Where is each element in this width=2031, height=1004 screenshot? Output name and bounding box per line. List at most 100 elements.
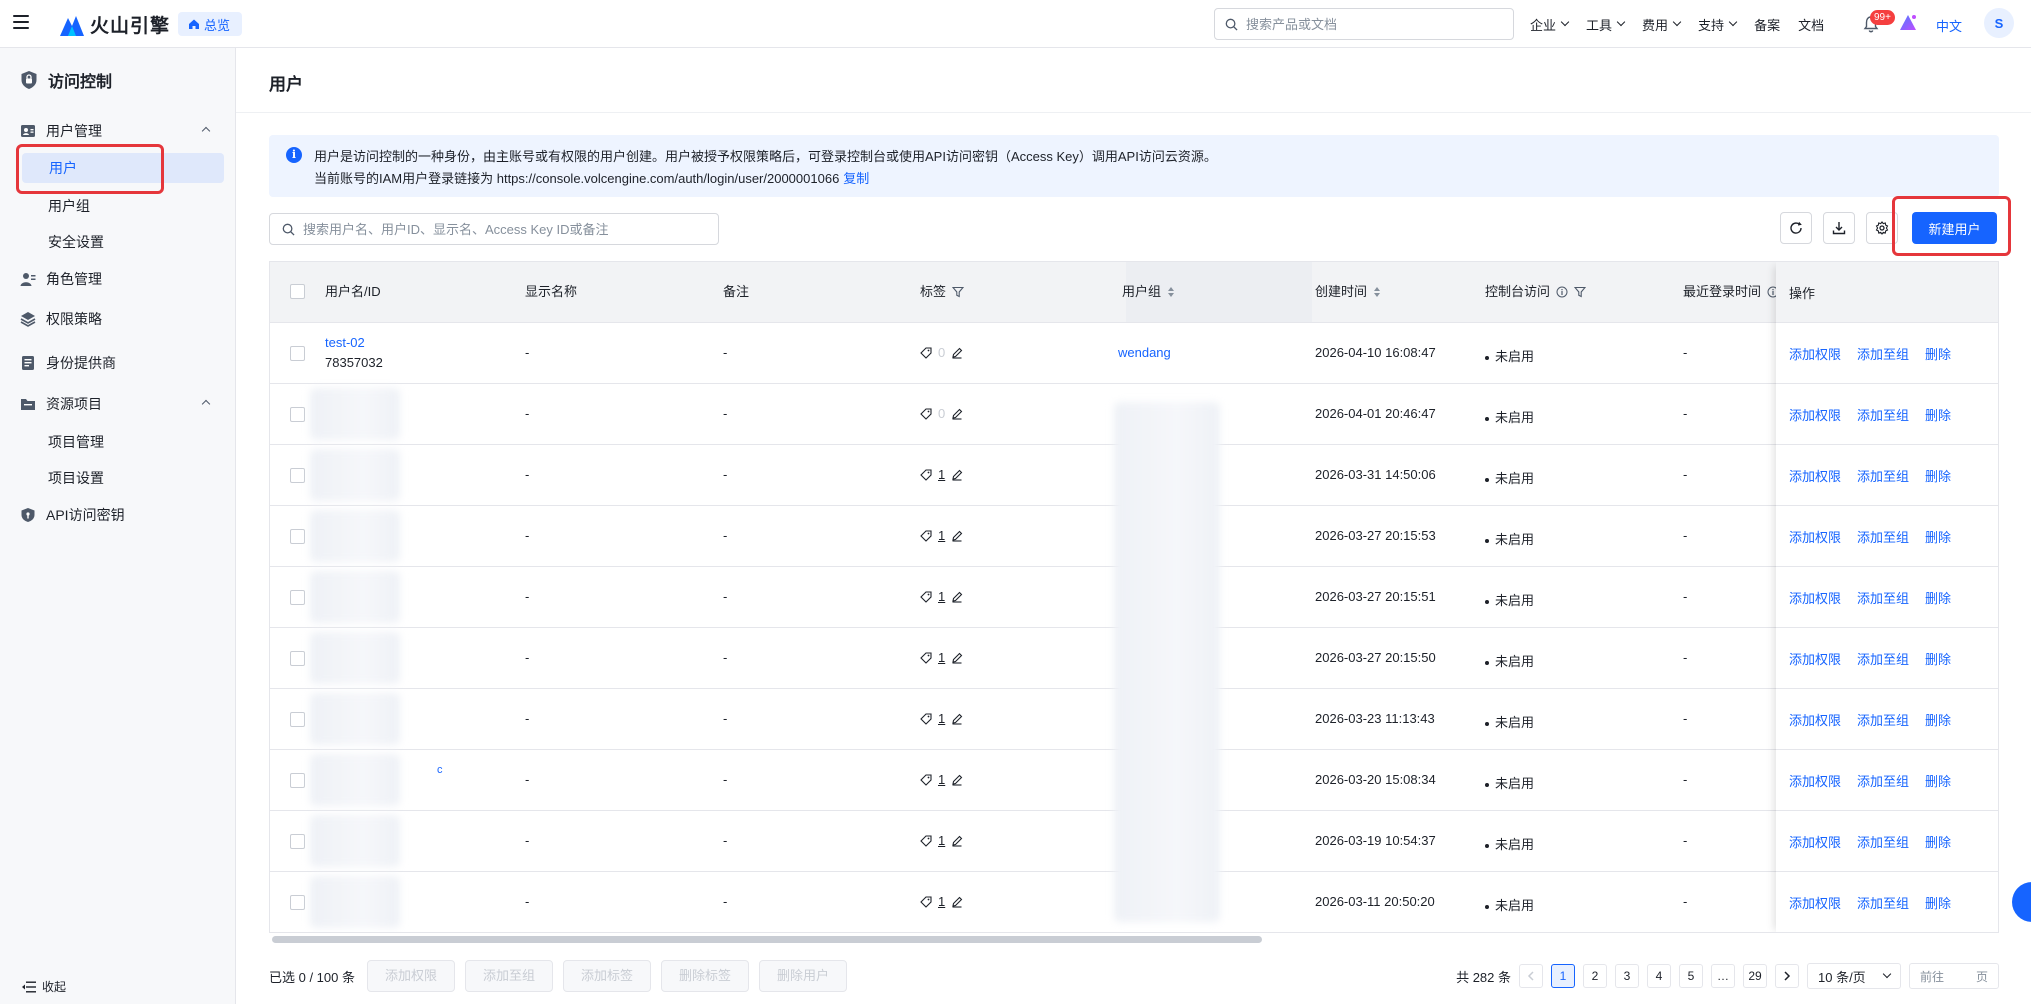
nav-billing[interactable]: 费用	[1642, 15, 1682, 34]
add-to-group-link[interactable]: 添加至组	[1857, 588, 1909, 607]
sidebar-item-identity-providers[interactable]: 身份提供商	[20, 353, 116, 373]
horizontal-scrollbar[interactable]	[272, 936, 1262, 943]
tag-count[interactable]: 1	[938, 589, 945, 604]
page-1[interactable]: 1	[1551, 964, 1575, 988]
edit-icon[interactable]	[951, 896, 963, 908]
row-checkbox[interactable]	[290, 529, 305, 544]
select-all-checkbox[interactable]	[290, 284, 305, 299]
download-button[interactable]	[1823, 212, 1855, 244]
add-permission-link[interactable]: 添加权限	[1789, 588, 1841, 607]
add-to-group-link[interactable]: 添加至组	[1857, 893, 1909, 912]
add-permission-link[interactable]: 添加权限	[1789, 405, 1841, 424]
copy-link[interactable]: 复制	[843, 171, 869, 186]
batch-delete-user-button[interactable]: 删除用户	[759, 960, 848, 992]
batch-add-to-group-button[interactable]: 添加至组	[465, 960, 554, 992]
prev-page-button[interactable]	[1519, 964, 1543, 988]
page-3[interactable]: 3	[1615, 964, 1639, 988]
nav-support[interactable]: 支持	[1698, 15, 1738, 34]
home-overview-button[interactable]: 总览	[178, 12, 243, 36]
delete-user-link[interactable]: 删除	[1925, 344, 1951, 363]
tag-count[interactable]: 0	[938, 345, 945, 360]
add-to-group-link[interactable]: 添加至组	[1857, 527, 1909, 546]
language-switch[interactable]: 中文	[1936, 16, 1962, 35]
add-permission-link[interactable]: 添加权限	[1789, 649, 1841, 668]
create-user-button[interactable]: 新建用户	[1912, 212, 1997, 244]
sidebar-collapse-button[interactable]: 收起	[22, 978, 66, 995]
tag-count[interactable]: 0	[938, 406, 945, 421]
page-29[interactable]: 29	[1743, 964, 1767, 988]
chevron-up-icon[interactable]	[201, 126, 211, 136]
tag-count[interactable]: 1	[938, 772, 945, 787]
goto-page-input[interactable]: 前往 页	[1909, 963, 1999, 989]
page-2[interactable]: 2	[1583, 964, 1607, 988]
nav-enterprise[interactable]: 企业	[1530, 15, 1570, 34]
delete-user-link[interactable]: 删除	[1925, 405, 1951, 424]
add-to-group-link[interactable]: 添加至组	[1857, 344, 1909, 363]
delete-user-link[interactable]: 删除	[1925, 893, 1951, 912]
info-circle-icon[interactable]	[1556, 286, 1568, 298]
tag-count[interactable]: 1	[938, 528, 945, 543]
sidebar-item-user-management[interactable]: 用户管理	[20, 121, 102, 141]
sidebar-item-resource-projects[interactable]: 资源项目	[20, 394, 102, 414]
delete-user-link[interactable]: 删除	[1925, 588, 1951, 607]
row-checkbox[interactable]	[290, 895, 305, 910]
edit-icon[interactable]	[951, 408, 963, 420]
nav-filing[interactable]: 备案	[1754, 15, 1780, 34]
batch-delete-tag-button[interactable]: 删除标签	[661, 960, 750, 992]
global-search-input[interactable]	[1246, 16, 1496, 32]
add-permission-link[interactable]: 添加权限	[1789, 344, 1841, 363]
tag-count[interactable]: 1	[938, 894, 945, 909]
sidebar-item-api-keys[interactable]: API访问密钥	[20, 505, 125, 525]
add-to-group-link[interactable]: 添加至组	[1857, 771, 1909, 790]
col-created-time[interactable]: 创建时间	[1315, 262, 1381, 322]
user-avatar[interactable]: S	[1984, 8, 2014, 38]
add-to-group-link[interactable]: 添加至组	[1857, 710, 1909, 729]
user-search[interactable]	[269, 213, 719, 245]
row-checkbox[interactable]	[290, 346, 305, 361]
sidebar-item-security-settings[interactable]: 安全设置	[48, 232, 104, 252]
tag-count[interactable]: 1	[938, 711, 945, 726]
filter-icon[interactable]	[952, 286, 965, 298]
add-to-group-link[interactable]: 添加至组	[1857, 405, 1909, 424]
edit-icon[interactable]	[951, 713, 963, 725]
sidebar-item-roles[interactable]: 角色管理	[20, 269, 102, 289]
row-checkbox[interactable]	[290, 712, 305, 727]
edit-icon[interactable]	[951, 774, 963, 786]
add-permission-link[interactable]: 添加权限	[1789, 710, 1841, 729]
add-permission-link[interactable]: 添加权限	[1789, 832, 1841, 851]
row-checkbox[interactable]	[290, 590, 305, 605]
global-search[interactable]	[1214, 8, 1514, 40]
settings-button[interactable]	[1866, 212, 1898, 244]
edit-icon[interactable]	[951, 469, 963, 481]
add-to-group-link[interactable]: 添加至组	[1857, 649, 1909, 668]
sidebar-item-users[interactable]: 用户	[22, 153, 224, 183]
delete-user-link[interactable]: 删除	[1925, 832, 1951, 851]
edit-icon[interactable]	[951, 652, 963, 664]
tag-count[interactable]: 1	[938, 467, 945, 482]
delete-user-link[interactable]: 删除	[1925, 649, 1951, 668]
user-group-link[interactable]: wendang	[1118, 345, 1171, 360]
tag-count[interactable]: 1	[938, 650, 945, 665]
sidebar-item-user-groups[interactable]: 用户组	[48, 196, 90, 216]
row-checkbox[interactable]	[290, 651, 305, 666]
user-name-link[interactable]: test-02	[325, 335, 365, 350]
add-permission-link[interactable]: 添加权限	[1789, 527, 1841, 546]
add-to-group-link[interactable]: 添加至组	[1857, 466, 1909, 485]
tag-count[interactable]: 1	[938, 833, 945, 848]
edit-icon[interactable]	[951, 530, 963, 542]
row-checkbox[interactable]	[290, 773, 305, 788]
edit-icon[interactable]	[951, 835, 963, 847]
edit-icon[interactable]	[951, 591, 963, 603]
page-5[interactable]: 5	[1679, 964, 1703, 988]
add-permission-link[interactable]: 添加权限	[1789, 466, 1841, 485]
floating-help-button[interactable]	[2012, 882, 2031, 922]
delete-user-link[interactable]: 删除	[1925, 527, 1951, 546]
sidebar-item-project-settings[interactable]: 项目设置	[48, 468, 104, 488]
filter-icon[interactable]	[1574, 286, 1587, 298]
col-user-group[interactable]: 用户组	[1122, 262, 1312, 322]
add-to-group-link[interactable]: 添加至组	[1857, 832, 1909, 851]
page-ellipsis[interactable]: …	[1711, 964, 1735, 988]
nav-tools[interactable]: 工具	[1586, 15, 1626, 34]
sidebar-item-policies[interactable]: 权限策略	[20, 309, 102, 329]
nav-docs[interactable]: 文档	[1798, 15, 1824, 34]
